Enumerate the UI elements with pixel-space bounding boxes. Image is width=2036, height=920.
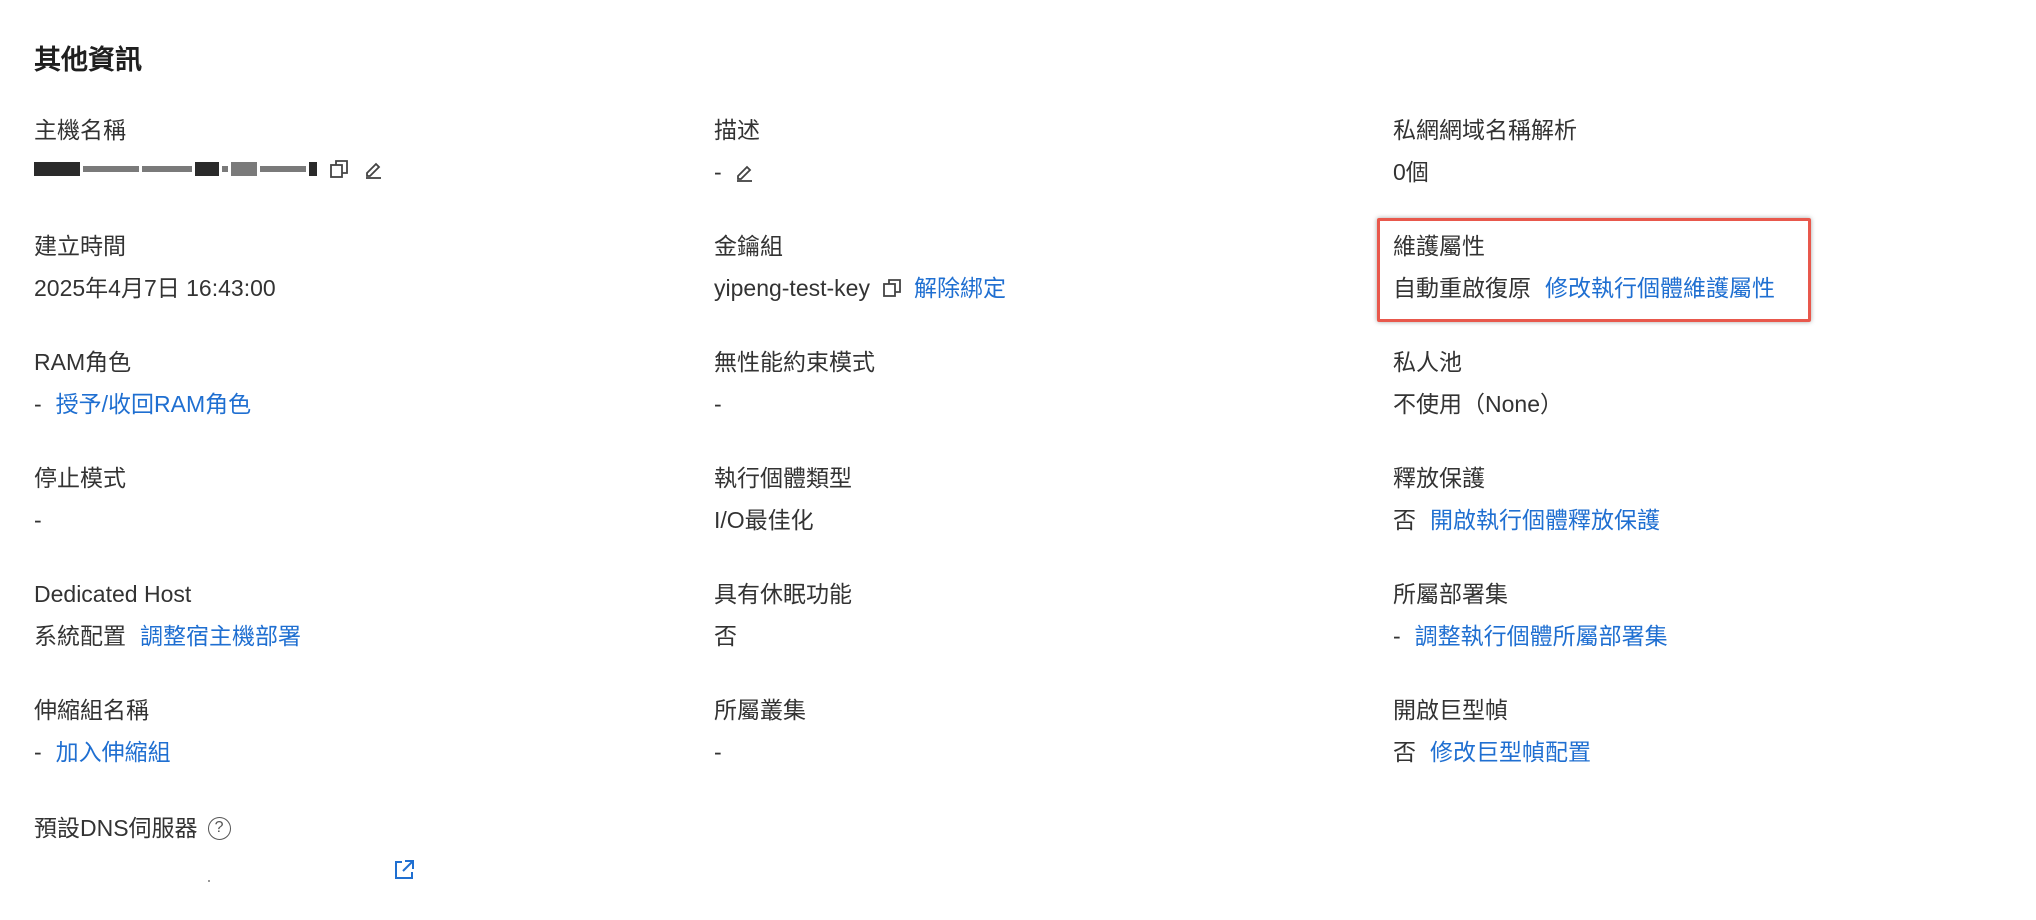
field-instance-type: 執行個體類型 I/O最佳化 bbox=[714, 463, 852, 535]
created-time-value: 2025年4月7日 16:43:00 bbox=[34, 275, 276, 301]
help-icon[interactable]: ? bbox=[207, 816, 231, 840]
modify-jumbo-frame-link[interactable]: 修改巨型幀配置 bbox=[1430, 737, 1591, 767]
field-jumbo-frame: 開啟巨型幀 否 修改巨型幀配置 bbox=[1393, 695, 1591, 767]
private-dns-value: 0個 bbox=[1393, 159, 1429, 185]
deployment-set-label: 所屬部署集 bbox=[1393, 581, 1508, 607]
hibernation-value: 否 bbox=[714, 623, 737, 649]
release-protection-value: 否 bbox=[1393, 507, 1416, 533]
hostname-value bbox=[34, 157, 385, 181]
hostname-label: 主機名稱 bbox=[34, 117, 126, 143]
field-private-dns: 私網網域名稱解析 0個 bbox=[1393, 115, 1577, 187]
edit-icon[interactable] bbox=[361, 157, 385, 181]
instance-type-label: 執行個體類型 bbox=[714, 465, 852, 491]
field-private-pool: 私人池 不使用（None） bbox=[1393, 347, 1563, 419]
description-label: 描述 bbox=[714, 117, 760, 143]
ram-role-value: - bbox=[34, 391, 42, 417]
field-hibernation: 具有休眠功能 否 bbox=[714, 579, 852, 651]
key-pair-label: 金鑰組 bbox=[714, 233, 783, 259]
scaling-group-value: - bbox=[34, 739, 42, 765]
field-key-pair: 金鑰組 yipeng-test-key 解除綁定 bbox=[714, 231, 1006, 303]
field-hostname: 主機名稱 bbox=[34, 115, 385, 181]
adjust-host-deployment-link[interactable]: 調整宿主機部署 bbox=[140, 621, 301, 651]
field-ram-role: RAM角色 - 授予/收回RAM角色 bbox=[34, 347, 251, 419]
jumbo-frame-label: 開啟巨型幀 bbox=[1393, 697, 1508, 723]
private-pool-label: 私人池 bbox=[1393, 349, 1462, 375]
maintenance-label: 維護屬性 bbox=[1393, 233, 1485, 259]
field-dns-server: 預設DNS伺服器 ? bbox=[34, 813, 231, 843]
section-title: 其他資訊 bbox=[34, 45, 142, 75]
grant-ram-role-link[interactable]: 授予/收回RAM角色 bbox=[56, 389, 252, 419]
cluster-value: - bbox=[714, 739, 722, 765]
modify-maintenance-link[interactable]: 修改執行個體維護屬性 bbox=[1545, 273, 1775, 303]
field-scaling-group: 伸縮組名稱 - 加入伸縮組 bbox=[34, 695, 171, 767]
dedicated-host-label: Dedicated Host bbox=[34, 581, 192, 607]
created-time-label: 建立時間 bbox=[34, 233, 126, 259]
edit-icon[interactable] bbox=[732, 160, 756, 184]
perf-constraint-label: 無性能約束模式 bbox=[714, 349, 875, 375]
key-pair-value: yipeng-test-key bbox=[714, 275, 870, 301]
scaling-group-label: 伸縮組名稱 bbox=[34, 697, 149, 723]
unbind-key-pair-link[interactable]: 解除綁定 bbox=[914, 273, 1006, 303]
perf-constraint-value: - bbox=[714, 391, 722, 417]
external-link-icon[interactable] bbox=[392, 858, 416, 882]
dedicated-host-value: 系統配置 bbox=[34, 623, 126, 649]
ram-role-label: RAM角色 bbox=[34, 349, 132, 375]
private-pool-value: 不使用（None） bbox=[1393, 391, 1563, 417]
field-perf-constraint: 無性能約束模式 - bbox=[714, 347, 875, 419]
hibernation-label: 具有休眠功能 bbox=[714, 581, 852, 607]
stop-mode-label: 停止模式 bbox=[34, 465, 126, 491]
copy-icon[interactable] bbox=[327, 157, 351, 181]
field-cluster: 所屬叢集 - bbox=[714, 695, 806, 767]
redacted-mark bbox=[208, 880, 210, 882]
field-stop-mode: 停止模式 - bbox=[34, 463, 126, 535]
join-scaling-group-link[interactable]: 加入伸縮組 bbox=[56, 737, 171, 767]
copy-icon[interactable] bbox=[880, 276, 904, 300]
private-dns-label: 私網網域名稱解析 bbox=[1393, 117, 1577, 143]
deployment-set-value: - bbox=[1393, 623, 1401, 649]
cluster-label: 所屬叢集 bbox=[714, 697, 806, 723]
field-created-time: 建立時間 2025年4月7日 16:43:00 bbox=[34, 231, 276, 303]
enable-release-protection-link[interactable]: 開啟執行個體釋放保護 bbox=[1430, 505, 1660, 535]
instance-type-value: I/O最佳化 bbox=[714, 507, 814, 533]
maintenance-value: 自動重啟復原 bbox=[1393, 275, 1531, 301]
field-release-protection: 釋放保護 否 開啟執行個體釋放保護 bbox=[1393, 463, 1660, 535]
hostname-redacted bbox=[34, 162, 317, 176]
release-protection-label: 釋放保護 bbox=[1393, 465, 1485, 491]
field-description: 描述 - bbox=[714, 115, 760, 187]
adjust-deployment-set-link[interactable]: 調整執行個體所屬部署集 bbox=[1415, 621, 1668, 651]
field-dedicated-host: Dedicated Host 系統配置 調整宿主機部署 bbox=[34, 579, 301, 651]
field-deployment-set: 所屬部署集 - 調整執行個體所屬部署集 bbox=[1393, 579, 1668, 651]
jumbo-frame-value: 否 bbox=[1393, 739, 1416, 765]
stop-mode-value: - bbox=[34, 507, 42, 533]
dns-server-label: 預設DNS伺服器 bbox=[34, 815, 198, 841]
description-value: - bbox=[714, 159, 722, 185]
field-maintenance: 維護屬性 自動重啟復原 修改執行個體維護屬性 bbox=[1393, 231, 1775, 303]
